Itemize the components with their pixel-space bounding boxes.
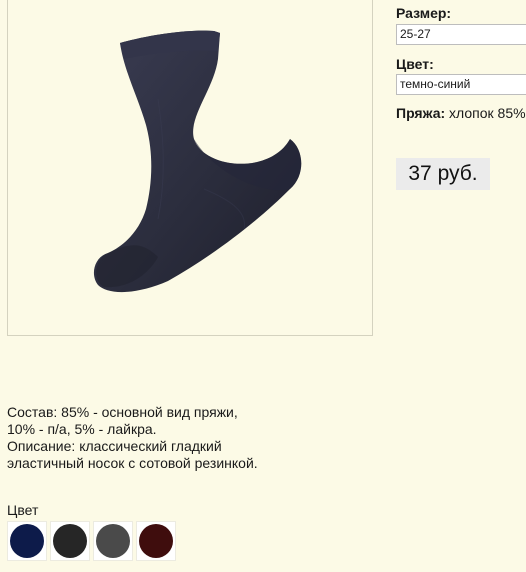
yarn-info: Пряжа: хлопок 85% (396, 105, 526, 122)
size-label: Размер: (396, 5, 452, 21)
size-select[interactable]: 25-27 (396, 24, 526, 45)
swatch-burgundy-dot (139, 524, 173, 558)
price-badge: 37 руб. (396, 158, 490, 190)
swatch-gray[interactable] (93, 521, 133, 561)
swatch-navy[interactable] (7, 521, 47, 561)
navy-sock-image (93, 30, 302, 293)
product-description: Состав: 85% - основной вид пряжи, 10% - … (7, 404, 267, 472)
composition-text: Состав: 85% - основной вид пряжи, 10% - … (7, 404, 238, 437)
swatch-burgundy[interactable] (136, 521, 176, 561)
color-swatches (7, 521, 179, 561)
swatch-black-dot (53, 524, 87, 558)
swatch-navy-dot (10, 524, 44, 558)
swatch-black[interactable] (50, 521, 90, 561)
color-label: Цвет: (396, 56, 434, 72)
swatch-gray-dot (96, 524, 130, 558)
yarn-label: Пряжа: (396, 105, 446, 121)
color-swatches-heading: Цвет (7, 502, 39, 518)
color-select[interactable]: темно-синий (396, 74, 526, 95)
yarn-value: хлопок 85% (449, 105, 526, 121)
product-image-frame (7, 0, 373, 336)
description-text: Описание: классический гладкий эластичны… (7, 438, 258, 471)
